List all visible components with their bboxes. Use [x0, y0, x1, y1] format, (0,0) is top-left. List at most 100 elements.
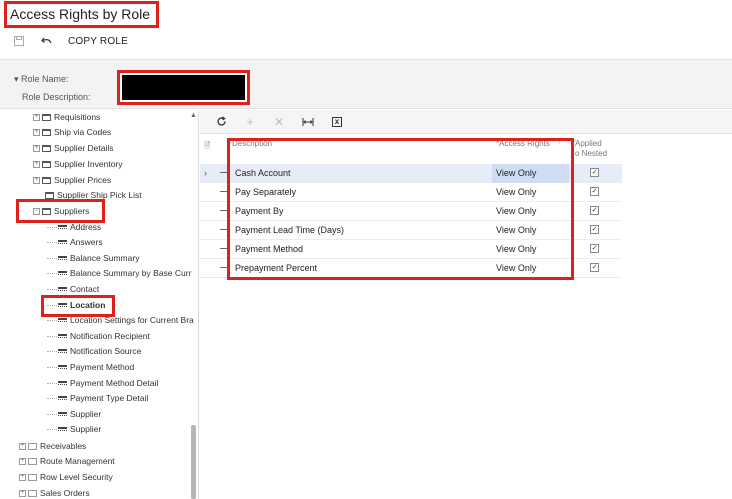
applied-to-nested-checkbox[interactable]: ✓: [590, 168, 599, 177]
table-icon: [58, 318, 67, 322]
folder-icon: [42, 176, 51, 184]
column-applied-to-nested[interactable]: Applied o Nested: [575, 139, 607, 159]
page-title: Access Rights by Role: [10, 6, 151, 22]
tree-item[interactable]: Contact: [47, 282, 99, 296]
tree-connector: [47, 397, 57, 399]
tree-item-label: Row Level Security: [40, 472, 113, 482]
copy-role-button[interactable]: COPY ROLE: [68, 36, 128, 47]
table-icon: [58, 381, 67, 385]
grid-toolbar: + ✕ x: [200, 110, 732, 134]
tree-item-label: Ship via Codes: [54, 127, 112, 137]
folder-icon: [28, 442, 37, 450]
tree-item-label: Payment Type Detail: [70, 393, 149, 403]
tree-connector: [47, 382, 57, 384]
tree-item[interactable]: Answers: [47, 235, 103, 249]
tree-item-label: Payment Method: [70, 362, 135, 372]
tree-item[interactable]: Notification Source: [47, 344, 141, 358]
table-icon: [58, 240, 67, 244]
fit-columns-icon[interactable]: [299, 113, 317, 131]
undo-icon[interactable]: [40, 34, 54, 48]
tree-item[interactable]: + Ship via Codes: [33, 125, 111, 139]
expand-icon[interactable]: +: [19, 489, 26, 497]
expand-icon[interactable]: +: [33, 128, 40, 136]
table-icon: [58, 271, 67, 275]
scrollbar-thumb[interactable]: [191, 425, 196, 499]
tree-item[interactable]: + Supplier Inventory: [33, 157, 123, 171]
tree-item-label: Notification Source: [70, 346, 142, 356]
tree-item-label: Balance Summary: [70, 253, 140, 263]
tree-item[interactable]: Payment Type Detail: [47, 391, 148, 405]
tree-item[interactable]: Balance Summary: [47, 251, 139, 265]
tree-connector: [47, 319, 57, 321]
row-selector-icon[interactable]: ›: [204, 168, 207, 178]
tree-connector: [47, 288, 57, 290]
tree-item[interactable]: + Receivables: [19, 439, 86, 453]
expand-icon[interactable]: +: [19, 442, 26, 450]
access-tree: + Requisitions + Ship via Codes + Supplier De…: [0, 110, 199, 499]
table-icon: [58, 225, 67, 229]
folder-icon: [42, 160, 51, 168]
tree-connector: [47, 272, 57, 274]
applied-to-nested-checkbox[interactable]: ✓: [590, 225, 599, 234]
tree-item-label: Supplier Details: [54, 143, 114, 153]
role-name-label: ▾ Role Name:: [14, 74, 69, 84]
expand-icon[interactable]: +: [33, 113, 40, 121]
table-icon: [58, 396, 67, 400]
tree-item-label: Supplier: [70, 424, 102, 434]
table-icon: [58, 427, 67, 431]
tree-item[interactable]: + Supplier Details: [33, 141, 114, 155]
tree-item-label: Address: [70, 222, 102, 232]
files-column-icon[interactable]: 🗎: [204, 140, 210, 154]
tree-connector: [47, 428, 57, 430]
folder-icon: [42, 128, 51, 136]
applied-to-nested-checkbox[interactable]: ✓: [590, 263, 599, 272]
expand-icon[interactable]: +: [19, 473, 26, 481]
tree-item-label: Requisitions: [54, 112, 101, 122]
folder-icon: [45, 191, 54, 199]
tree-item[interactable]: Payment Method: [47, 360, 134, 374]
tree-item-label: Supplier Inventory: [54, 159, 123, 169]
table-icon: [58, 256, 67, 260]
suppliers-highlight: [16, 199, 105, 223]
folder-icon: [28, 457, 37, 465]
tree-item[interactable]: Supplier: [47, 407, 101, 421]
table-icon: [58, 365, 67, 369]
applied-to-nested-checkbox[interactable]: ✓: [590, 187, 599, 196]
tree-item-label: Sales Orders: [40, 488, 90, 498]
role-description-label: Role Description:: [22, 92, 91, 102]
export-excel-icon[interactable]: x: [328, 113, 346, 131]
refresh-icon[interactable]: [212, 113, 230, 131]
tree-item[interactable]: Notification Recipient: [47, 329, 150, 343]
table-icon: [58, 334, 67, 338]
expand-icon[interactable]: +: [33, 160, 40, 168]
tree-item-label: Payment Method Detail: [70, 378, 159, 388]
tree-item-label: Supplier Prices: [54, 175, 112, 185]
tree-item[interactable]: Balance Summary by Base Curr: [47, 266, 191, 280]
role-form: ▾ Role Name: Role Description:: [0, 59, 732, 109]
folder-icon: [28, 489, 37, 497]
tree-scrollbar[interactable]: ▲: [190, 110, 198, 499]
tree-item[interactable]: + Route Management: [19, 454, 115, 468]
tree-connector: [47, 413, 57, 415]
tree-item[interactable]: + Requisitions: [33, 110, 100, 124]
tree-item[interactable]: + Supplier Prices: [33, 173, 111, 187]
tree-item[interactable]: Supplier: [47, 422, 101, 436]
tree-connector: [47, 335, 57, 337]
expand-icon[interactable]: +: [33, 144, 40, 152]
add-icon[interactable]: +: [241, 113, 259, 131]
tree-connector: [47, 226, 57, 228]
scroll-up-icon[interactable]: ▲: [190, 112, 197, 119]
page-title-highlight: Access Rights by Role: [4, 1, 160, 28]
save-icon[interactable]: [12, 34, 26, 48]
tree-item[interactable]: Payment Method Detail: [47, 376, 158, 390]
applied-to-nested-checkbox[interactable]: ✓: [590, 244, 599, 253]
location-highlight: [41, 295, 115, 317]
delete-icon[interactable]: ✕: [270, 113, 288, 131]
expand-icon[interactable]: +: [19, 457, 26, 465]
applied-to-nested-checkbox[interactable]: ✓: [590, 206, 599, 215]
tree-item-label: Notification Recipient: [70, 331, 150, 341]
table-icon: [58, 287, 67, 291]
expand-icon[interactable]: +: [33, 176, 40, 184]
tree-item[interactable]: + Sales Orders: [19, 486, 90, 499]
tree-item[interactable]: + Row Level Security: [19, 470, 113, 484]
